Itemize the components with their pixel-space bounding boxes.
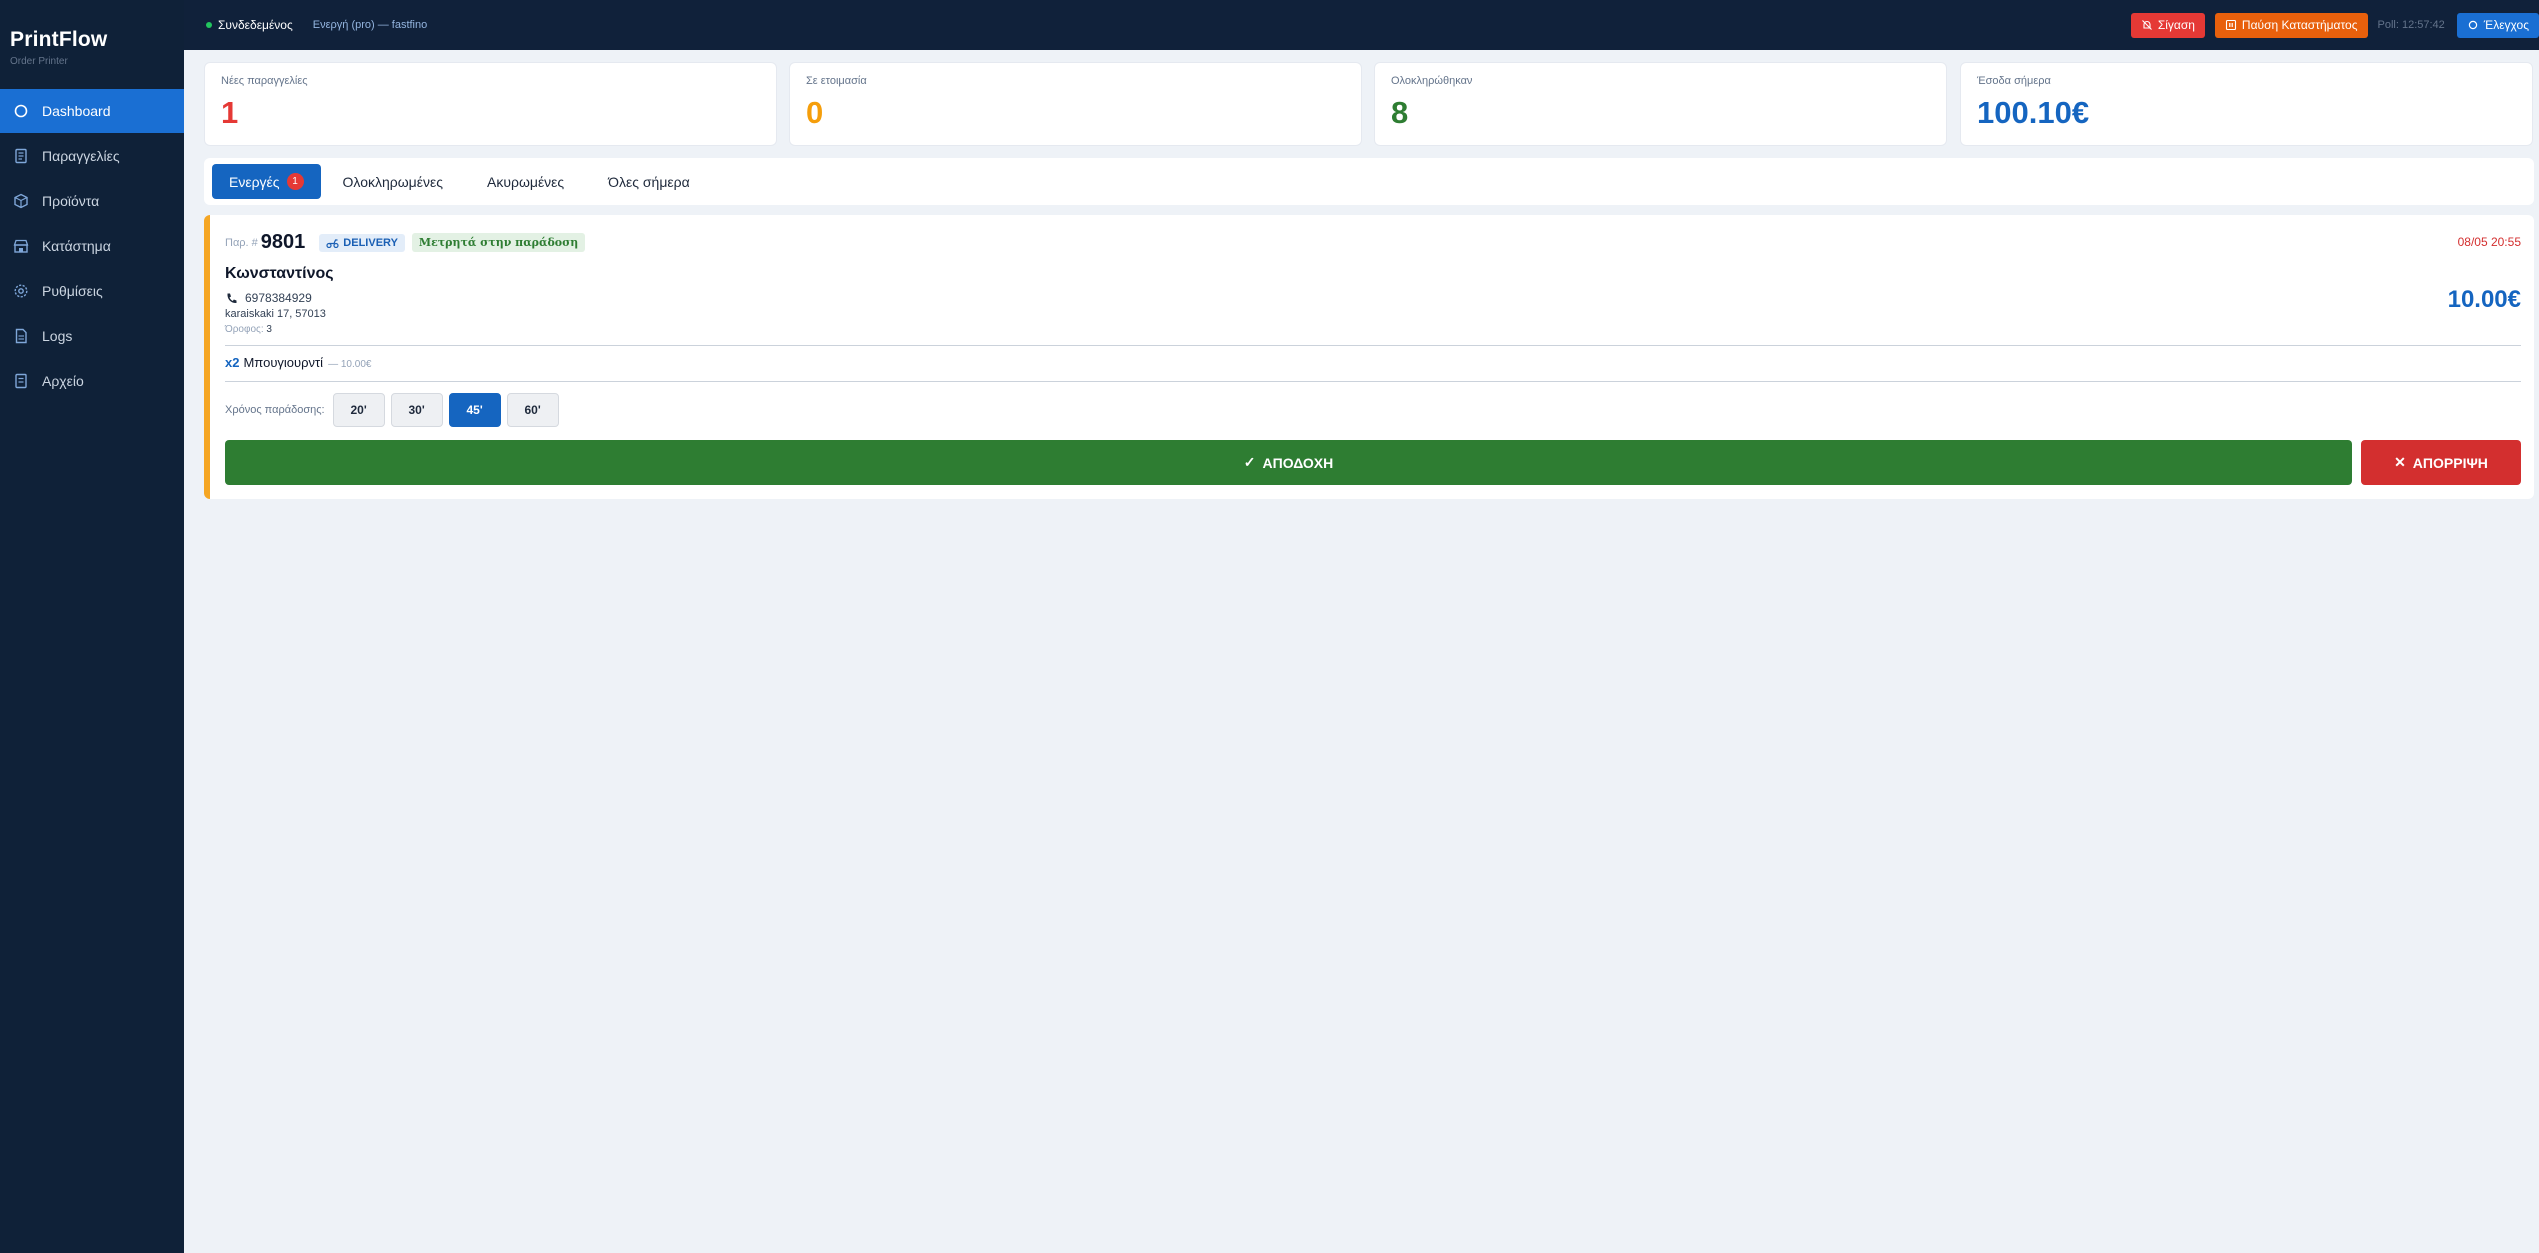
floor-label: Όροφος: (225, 324, 264, 335)
accept-button-label: ΑΠΟΔΟΧΗ (1262, 454, 1334, 471)
pause-icon (2225, 19, 2236, 31)
order-item-price: — 10.00€ (328, 359, 372, 370)
order-header: Παρ. # 9801 DELIVERY Μετρητά στην παράδο… (225, 231, 586, 254)
tab-completed[interactable]: Ολοκληρωμένες (321, 164, 465, 199)
store-icon (12, 237, 30, 255)
tab-all-today[interactable]: Όλες σήμερα (586, 164, 712, 199)
stat-value: 100.10€ (1977, 95, 2090, 130)
order-number: 9801 (260, 231, 306, 253)
circle-icon (12, 102, 30, 120)
floor-value: 3 (266, 324, 272, 335)
stat-label: Έσοδα σήμερα (1977, 75, 2051, 87)
stat-new-orders: Νέες παραγγελίες 1 (204, 62, 777, 146)
scooter-icon (326, 238, 339, 248)
check-icon: ✓ (1243, 454, 1256, 470)
gear-icon (12, 282, 30, 300)
connection-status-dot (206, 22, 212, 28)
reject-button-label: ΑΠΟΡΡΙΨΗ (2412, 454, 2488, 471)
sidebar-item-settings[interactable]: Ρυθμίσεις (0, 269, 184, 313)
bell-off-icon (2141, 20, 2152, 30)
eta-option-45[interactable]: 45' (448, 393, 501, 427)
license-status: Ενεργή (pro) — fastfino (312, 19, 428, 31)
file-icon (12, 327, 30, 345)
stat-in-preparation: Σε ετοιμασία 0 (789, 62, 1362, 146)
tab-label: Ακυρωμένες (486, 173, 565, 190)
eta-option-60[interactable]: 60' (506, 393, 559, 427)
divider (225, 381, 2521, 382)
brand-title: PrintFlow (10, 28, 108, 51)
order-item-qty: x2 (225, 355, 240, 370)
sidebar-item-archive[interactable]: Αρχείο (0, 359, 184, 403)
stat-value: 0 (806, 95, 824, 130)
customer-phone: 6978384929 (225, 291, 312, 305)
tab-cancelled[interactable]: Ακυρωμένες (465, 164, 586, 199)
customer-address: karaiskaki 17, 57013 (225, 308, 326, 320)
box-icon (12, 192, 30, 210)
delivery-time-selector: Χρόνος παράδοσης: 20' 30' 45' 60' (225, 393, 565, 427)
phone-icon (227, 293, 237, 303)
delivery-badge-label: DELIVERY (343, 236, 398, 249)
connection-status: Συνδεδεμένος (218, 18, 293, 32)
tab-label: Όλες σήμερα (608, 173, 690, 190)
close-icon: ✕ (2394, 454, 2406, 470)
reject-button[interactable]: ✕ ΑΠΟΡΡΙΨΗ (2361, 440, 2521, 485)
pause-store-button[interactable]: Παύση Καταστήματος (2214, 12, 2368, 38)
check-button[interactable]: Έλεγχος (2456, 12, 2539, 38)
sidebar-item-label: Logs (42, 328, 73, 344)
order-number-prefix: Παρ. # (225, 236, 258, 249)
stats-row: Νέες παραγγελίες 1 Σε ετοιμασία 0 Ολοκλη… (204, 62, 2534, 146)
sidebar-item-label: Προϊόντα (42, 193, 100, 209)
sidebar-item-dashboard[interactable]: Dashboard (0, 89, 184, 133)
sidebar-item-store[interactable]: Κατάστημα (0, 224, 184, 268)
sidebar-item-products[interactable]: Προϊόντα (0, 179, 184, 223)
eta-option-30[interactable]: 30' (390, 393, 443, 427)
accept-button[interactable]: ✓ ΑΠΟΔΟΧΗ (225, 440, 2352, 485)
stat-value: 1 (221, 95, 239, 130)
brand: PrintFlow Order Printer (0, 0, 184, 88)
check-button-label: Έλεγχος (2483, 18, 2529, 32)
stat-value: 8 (1391, 95, 1409, 130)
tab-label: Ολοκληρωμένες (342, 173, 443, 190)
delivery-badge: DELIVERY (319, 233, 405, 252)
order-datetime: 08/05 20:55 (2457, 235, 2521, 249)
sidebar-item-label: Ρυθμίσεις (42, 283, 103, 299)
divider (225, 345, 2521, 346)
sidebar-item-label: Κατάστημα (42, 238, 111, 254)
order-card: Παρ. # 9801 DELIVERY Μετρητά στην παράδο… (204, 215, 2534, 499)
order-total: 10.00€ (2447, 286, 2521, 313)
customer-phone-number: 6978384929 (245, 291, 312, 305)
tab-label: Ενεργές (229, 173, 280, 190)
stat-label: Ολοκληρώθηκαν (1391, 75, 1473, 87)
order-item-name: Μπουγιουρντί (243, 355, 324, 370)
eta-option-20[interactable]: 20' (332, 393, 385, 427)
sidebar: PrintFlow Order Printer Dashboard Παραγγ… (0, 0, 184, 1253)
pause-store-button-label: Παύση Καταστήματος (2241, 18, 2358, 32)
sidebar-item-label: Παραγγελίες (42, 148, 120, 164)
receipt-icon (12, 147, 30, 165)
customer-floor: Όροφος: 3 (225, 324, 272, 335)
payment-badge: Μετρητά στην παράδοση (411, 233, 586, 252)
tab-active[interactable]: Ενεργές 1 (212, 164, 321, 199)
sidebar-item-label: Dashboard (42, 103, 111, 119)
stat-label: Σε ετοιμασία (806, 75, 867, 87)
topbar: Συνδεδεμένος Ενεργή (pro) — fastfino Σίγ… (184, 0, 2539, 50)
stat-revenue-today: Έσοδα σήμερα 100.10€ (1960, 62, 2533, 146)
stat-label: Νέες παραγγελίες (221, 75, 308, 87)
archive-icon (12, 372, 30, 390)
topbar-actions: Σίγαση Παύση Καταστήματος Poll: 12:57:42… (2130, 0, 2539, 50)
order-item: x2 Μπουγιουρντί — 10.00€ (225, 355, 371, 370)
sidebar-item-logs[interactable]: Logs (0, 314, 184, 358)
sidebar-item-orders[interactable]: Παραγγελίες (0, 134, 184, 178)
brand-subtitle: Order Printer (10, 56, 68, 67)
poll-time: Poll: 12:57:42 (2377, 19, 2445, 31)
tab-count-badge: 1 (286, 173, 304, 190)
stat-completed: Ολοκληρώθηκαν 8 (1374, 62, 1947, 146)
order-tabs: Ενεργές 1 Ολοκληρωμένες Ακυρωμένες Όλες … (204, 158, 2534, 205)
sidebar-item-label: Αρχείο (42, 373, 84, 389)
mute-button[interactable]: Σίγαση (2130, 12, 2205, 38)
delivery-time-label: Χρόνος παράδοσης: (225, 404, 325, 416)
customer-name: Κωνσταντίνος (225, 265, 334, 282)
refresh-icon (2468, 20, 2477, 30)
mute-button-label: Σίγαση (2157, 18, 2195, 32)
